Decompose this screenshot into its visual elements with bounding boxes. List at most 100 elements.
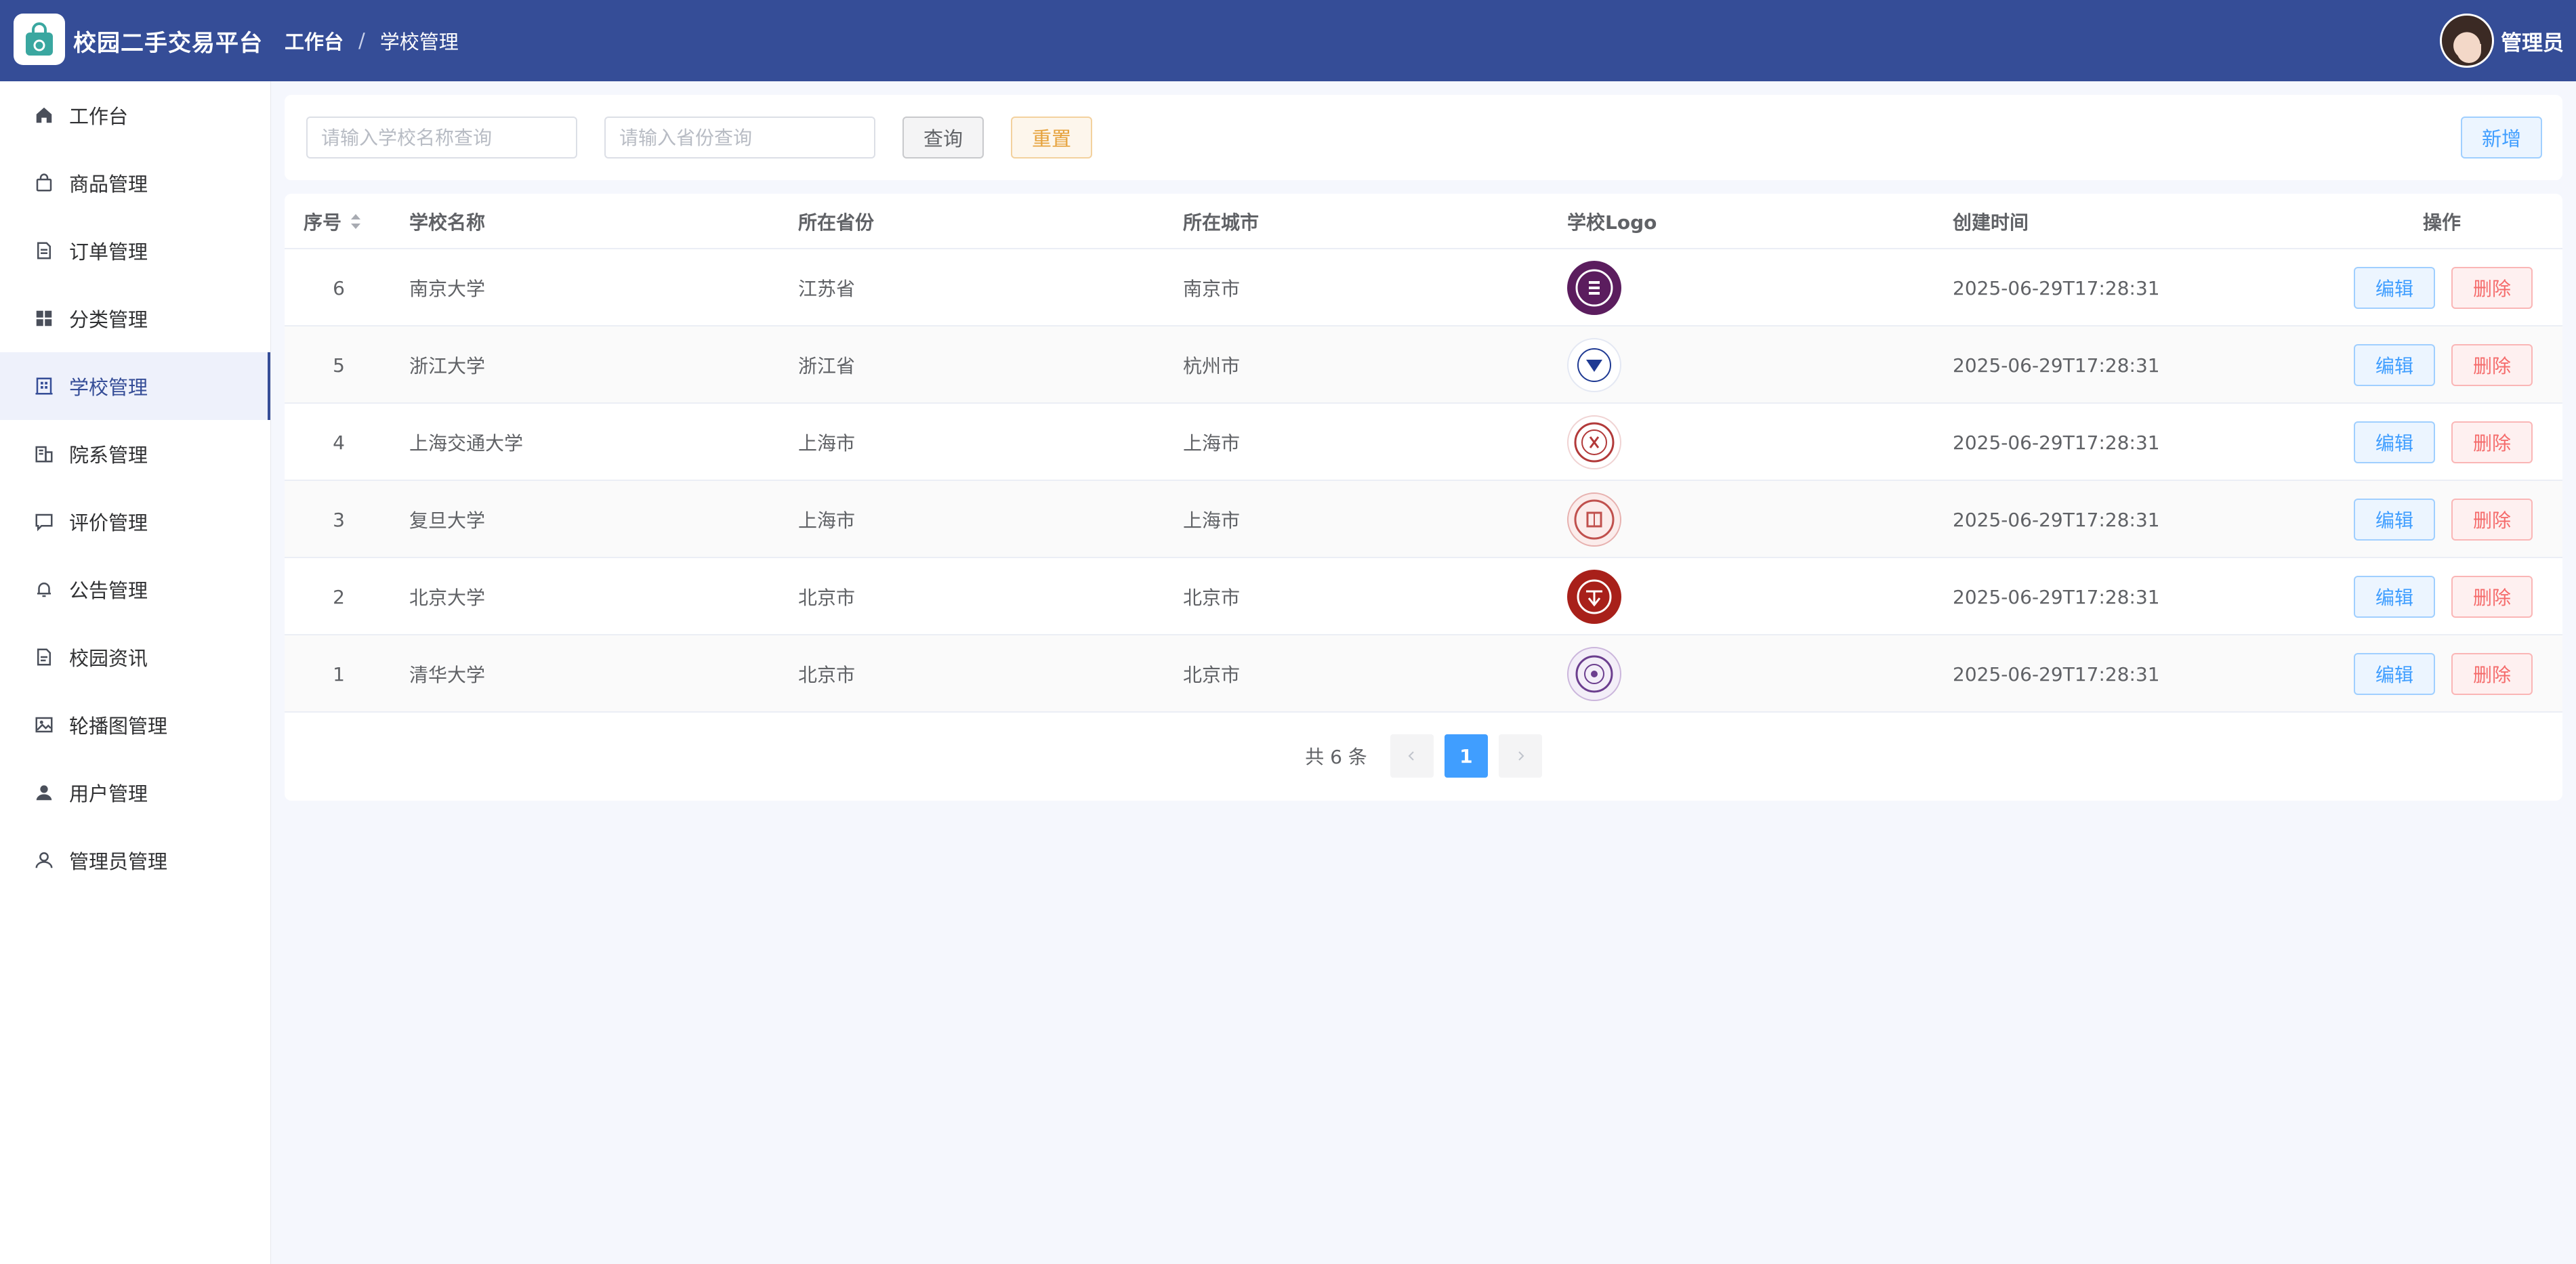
- edit-button[interactable]: 编辑: [2354, 344, 2435, 386]
- sidebar-item-label: 院系管理: [69, 444, 148, 467]
- created-time: 2025-06-29T17:28:31: [1953, 276, 2160, 299]
- sort-icon[interactable]: [350, 213, 362, 230]
- school-name: 上海交通大学: [409, 432, 524, 455]
- created-time: 2025-06-29T17:28:31: [1953, 585, 2160, 608]
- school-province: 江苏省: [798, 278, 856, 300]
- column-header-label: 序号: [304, 211, 342, 234]
- sidebar-item-label: 商品管理: [69, 173, 148, 196]
- sidebar-item-workbench[interactable]: 工作台: [0, 81, 270, 149]
- school-name: 南京大学: [409, 278, 486, 300]
- school-province: 上海市: [798, 432, 856, 455]
- table-row: 6 南京大学 江苏省 南京市 2025-06-29T17:28:31 编辑 删除: [285, 249, 2562, 326]
- school-logo-cell: [1567, 404, 1621, 481]
- row-index: 6: [333, 276, 345, 299]
- school-name: 北京大学: [409, 587, 486, 609]
- row-actions: 编辑 删除: [2354, 326, 2549, 404]
- sidebar-item-label: 学校管理: [69, 376, 148, 399]
- sidebar-item-departments[interactable]: 院系管理: [0, 420, 270, 488]
- next-page-button[interactable]: [1498, 734, 1542, 778]
- school-name: 复旦大学: [409, 509, 486, 532]
- breadcrumb-item-workbench[interactable]: 工作台: [285, 26, 344, 55]
- school-province: 北京市: [798, 664, 856, 686]
- table-row: 5 浙江大学 浙江省 杭州市 2025-06-29T17:28:31 编辑 删除: [285, 326, 2562, 404]
- school-logo[interactable]: [1567, 570, 1621, 624]
- row-index: 2: [333, 585, 345, 608]
- edit-button[interactable]: 编辑: [2354, 576, 2435, 618]
- school-logo[interactable]: [1567, 261, 1621, 315]
- delete-button[interactable]: 删除: [2451, 344, 2533, 386]
- school-logo[interactable]: [1567, 415, 1621, 469]
- query-button[interactable]: 查询: [902, 117, 984, 159]
- user-name[interactable]: 管理员: [2501, 26, 2564, 56]
- school-logo[interactable]: [1567, 492, 1621, 547]
- sidebar-item-label: 校园资讯: [69, 647, 148, 670]
- page-number-button[interactable]: 1: [1444, 734, 1488, 778]
- column-header-name: 学校名称: [409, 211, 486, 234]
- table-row: 2 北京大学 北京市 北京市 2025-06-29T17:28:31 编辑 删除: [285, 558, 2562, 635]
- sidebar-item-goods[interactable]: 商品管理: [0, 149, 270, 217]
- school-city: 北京市: [1183, 587, 1241, 609]
- shopping-bag-icon: [33, 171, 56, 194]
- chevron-right-icon: [1518, 751, 1524, 761]
- sidebar-item-label: 用户管理: [69, 782, 148, 805]
- row-actions: 编辑 删除: [2354, 635, 2549, 713]
- sidebar-item-label: 公告管理: [69, 579, 148, 602]
- sidebar-item-reviews[interactable]: 评价管理: [0, 488, 270, 555]
- sidebar-item-admins[interactable]: 管理员管理: [0, 826, 270, 894]
- brand-logo[interactable]: [14, 14, 65, 65]
- sidebar-item-label: 工作台: [69, 105, 129, 128]
- delete-button[interactable]: 删除: [2451, 421, 2533, 463]
- school-logo-cell: [1567, 249, 1621, 326]
- bell-icon: [33, 578, 56, 601]
- school-logo[interactable]: [1567, 647, 1621, 701]
- column-header-city: 所在城市: [1183, 211, 1260, 234]
- delete-button[interactable]: 删除: [2451, 576, 2533, 618]
- created-time: 2025-06-29T17:28:31: [1953, 431, 2160, 454]
- sidebar-item-orders[interactable]: 订单管理: [0, 217, 270, 285]
- news-icon: [33, 646, 56, 669]
- school-logo-cell: [1567, 635, 1621, 713]
- sidebar-item-announcements[interactable]: 公告管理: [0, 555, 270, 623]
- grid-icon: [33, 307, 56, 330]
- sidebar-item-carousel[interactable]: 轮播图管理: [0, 691, 270, 759]
- prev-page-button[interactable]: [1390, 734, 1434, 778]
- school-province: 北京市: [798, 587, 856, 609]
- edit-button[interactable]: 编辑: [2354, 499, 2435, 541]
- table-row: 4 上海交通大学 上海市 上海市 2025-06-29T17:28:31 编辑 …: [285, 404, 2562, 481]
- image-icon: [33, 713, 56, 736]
- school-logo-cell: [1567, 481, 1621, 558]
- schools-table: 序号 学校名称 所在省份 所在城市 学校Logo 创建时间 操作 6 南京大学 …: [285, 194, 2562, 801]
- created-time: 2025-06-29T17:28:31: [1953, 508, 2160, 531]
- sidebar-item-users[interactable]: 用户管理: [0, 759, 270, 826]
- sidebar-item-news[interactable]: 校园资讯: [0, 623, 270, 691]
- chat-icon: [33, 510, 56, 533]
- edit-button[interactable]: 编辑: [2354, 267, 2435, 309]
- school-name-search-input[interactable]: [306, 117, 577, 159]
- delete-button[interactable]: 删除: [2451, 653, 2533, 695]
- row-actions: 编辑 删除: [2354, 404, 2549, 481]
- sidebar-item-categories[interactable]: 分类管理: [0, 285, 270, 352]
- school-logo-cell: [1567, 326, 1621, 404]
- breadcrumb: 工作台 / 学校管理: [285, 0, 459, 81]
- edit-button[interactable]: 编辑: [2354, 421, 2435, 463]
- delete-button[interactable]: 删除: [2451, 267, 2533, 309]
- user-filled-icon: [33, 781, 56, 804]
- delete-button[interactable]: 删除: [2451, 499, 2533, 541]
- edit-button[interactable]: 编辑: [2354, 653, 2435, 695]
- province-search-input[interactable]: [604, 117, 875, 159]
- add-button[interactable]: 新增: [2461, 117, 2542, 159]
- sidebar-item-schools[interactable]: 学校管理: [0, 352, 270, 420]
- document-icon: [33, 239, 56, 262]
- column-header-index[interactable]: 序号: [304, 194, 362, 249]
- search-bar: 查询 重置 新增: [285, 95, 2562, 180]
- school-logo[interactable]: [1567, 338, 1621, 392]
- avatar[interactable]: [2440, 14, 2494, 68]
- school-city: 南京市: [1183, 278, 1241, 300]
- pagination-total: 共 6 条: [1305, 746, 1367, 768]
- user-menu[interactable]: 管理员: [2440, 0, 2564, 81]
- sidebar-item-label: 轮播图管理: [69, 715, 168, 738]
- reset-button[interactable]: 重置: [1011, 117, 1092, 159]
- school-city: 杭州市: [1183, 355, 1241, 377]
- sidebar-item-label: 分类管理: [69, 308, 148, 331]
- school-city: 北京市: [1183, 664, 1241, 686]
